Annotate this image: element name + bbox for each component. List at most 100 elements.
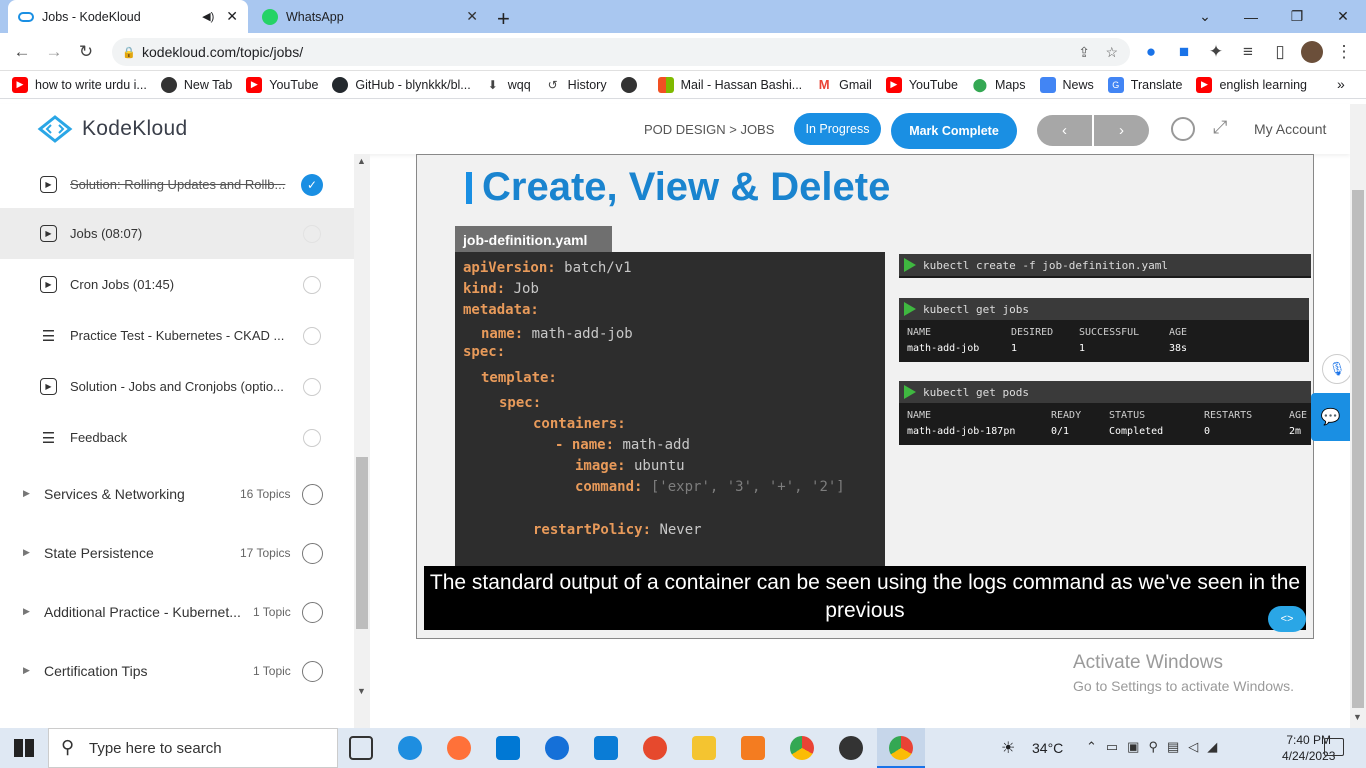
minimize-button[interactable]: — [1228,0,1274,33]
microphone-icon[interactable]: ● [1140,41,1162,63]
forward-icon[interactable]: → [43,41,65,63]
active-chrome-taskbar-item[interactable] [877,728,925,768]
download-ext-icon[interactable]: ■ [1173,41,1195,63]
weather-temperature[interactable]: 34°C [1032,740,1063,756]
skype-icon[interactable] [545,736,569,760]
section-state-persistence[interactable]: ▶ State Persistence 17 Topics [0,524,354,582]
lesson-item[interactable]: ☰ Practice Test - Kubernetes - CKAD ... [0,310,354,361]
task-view-icon[interactable] [349,736,373,760]
completion-circle[interactable] [303,326,321,345]
completion-circle[interactable] [303,224,321,243]
maps-icon: ⬤ [972,76,988,92]
bookmark-item[interactable]: ▶ YouTube [885,76,958,93]
completion-circle[interactable] [302,661,323,682]
obs-icon[interactable] [839,736,863,760]
completed-check-icon[interactable]: ✓ [301,173,323,196]
store-icon[interactable] [496,736,520,760]
completion-circle[interactable] [302,484,323,505]
windows-start-icon[interactable] [14,739,34,757]
dark-mode-toggle-icon[interactable] [1171,117,1195,141]
bookmark-item[interactable]: New Tab [160,76,232,93]
weather-icon[interactable]: ☀ [1001,738,1015,758]
playlist-icon[interactable]: ≡ [1237,41,1259,63]
sidebar-scroll-thumb[interactable] [356,457,368,629]
voice-input-icon[interactable]: 🎙 [1322,354,1352,384]
previous-lesson-button[interactable]: ‹ [1037,115,1092,146]
restore-button[interactable]: ❐ [1274,0,1320,33]
close-tab-icon[interactable]: ✕ [466,8,478,25]
expand-triangle-icon[interactable]: ▶ [23,665,30,676]
section-services-networking[interactable]: ▶ Services & Networking 16 Topics [0,465,354,523]
lesson-item[interactable]: ▶ Solution: Rolling Updates and Rollb...… [0,159,354,210]
settings-app-icon[interactable] [741,736,765,760]
in-progress-button[interactable]: In Progress [794,113,881,145]
expand-triangle-icon[interactable]: ▶ [23,606,30,617]
bookmark-item[interactable]: ▶ YouTube [246,76,318,93]
sidebar-scrollbar[interactable]: ▲ ▼ [354,154,370,728]
bookmark-item[interactable]: ▶ english learning [1196,76,1307,93]
share-icon[interactable]: ⇪ [1078,44,1090,61]
page-scrollbar[interactable]: ▼ [1350,104,1366,728]
lesson-item[interactable]: ▶ Cron Jobs (01:45) [0,259,354,310]
lesson-item-current[interactable]: ▶ Jobs (08:07) [0,208,354,259]
back-icon[interactable]: ← [11,41,33,63]
bookmark-star-icon[interactable]: ☆ [1105,44,1118,61]
bookmark-item[interactable] [620,76,644,93]
section-certification-tips[interactable]: ▶ Certification Tips 1 Topic [0,642,354,700]
bookmark-item[interactable]: ▶ how to write urdu i... [12,76,147,93]
chat-widget-icon[interactable]: 💬 [1311,393,1350,441]
mail-icon[interactable] [594,736,618,760]
bookmark-item[interactable]: News [1039,76,1094,93]
expand-triangle-icon[interactable]: ▶ [23,488,30,499]
completion-circle[interactable] [303,428,321,447]
scroll-down-arrow-icon[interactable]: ▼ [1353,712,1362,722]
next-lesson-button[interactable]: › [1094,115,1149,146]
completion-circle[interactable] [302,602,323,623]
bookmark-item[interactable]: GitHub - blynkkk/bl... [332,76,471,93]
close-tab-icon[interactable]: ✕ [226,8,238,25]
expand-triangle-icon[interactable]: ▶ [23,547,30,558]
bookmark-item[interactable]: M Gmail [816,77,872,93]
tab-search-icon[interactable]: ⌄ [1182,0,1228,33]
extensions-icon[interactable]: ✦ [1205,41,1227,63]
breadcrumb[interactable]: POD DESIGN > JOBS [644,122,774,137]
completion-circle[interactable] [303,377,321,396]
kodekloud-watermark-icon: <> [1268,606,1306,632]
page-scroll-thumb[interactable] [1352,190,1364,708]
speaker-icon[interactable]: ◀) [202,10,214,23]
completion-circle[interactable] [303,275,321,294]
snip-icon[interactable] [643,736,667,760]
bookmark-item[interactable]: G Translate [1107,76,1182,93]
lesson-item[interactable]: ☰ Feedback [0,412,354,463]
section-additional-practice[interactable]: ▶ Additional Practice - Kubernet... 1 To… [0,583,354,641]
reload-icon[interactable]: ↻ [75,41,97,63]
file-explorer-icon[interactable] [692,736,716,760]
close-window-button[interactable]: ✕ [1320,0,1366,33]
edge-icon[interactable] [398,736,422,760]
menu-kebab-icon[interactable]: ⋮ [1333,41,1355,63]
my-account-link[interactable]: My Account [1254,121,1326,137]
scroll-up-arrow-icon[interactable]: ▲ [357,156,366,166]
new-tab-button[interactable]: + [497,6,510,32]
brand[interactable]: KodeKloud [34,114,187,144]
tab-jobs-kodekloud[interactable]: Jobs - KodeKloud ◀) ✕ [8,0,248,33]
notification-center-icon[interactable] [1324,738,1344,756]
bookmark-item[interactable]: ⬤ Maps [972,77,1026,93]
bookmark-item[interactable]: Mail - Hassan Bashi... [657,76,802,93]
profile-avatar[interactable] [1301,41,1323,63]
address-bar[interactable]: 🔒 kodekloud.com/topic/jobs/ ⇪ ☆ [112,38,1130,66]
lesson-item[interactable]: ▶ Solution - Jobs and Cronjobs (optio... [0,361,354,412]
taskbar-search-box[interactable]: ⚲ Type here to search [48,728,338,768]
tab-whatsapp[interactable]: WhatsApp ✕ [252,0,488,33]
scroll-down-arrow-icon[interactable]: ▼ [357,686,366,696]
fullscreen-icon[interactable]: ⤢ [1213,117,1227,138]
more-bookmarks-icon[interactable]: » [1337,76,1345,92]
chrome-icon[interactable] [790,736,814,760]
mark-complete-button[interactable]: Mark Complete [891,113,1017,149]
system-tray-icons[interactable]: ⌃▭▣⚲▤◁◢ [1086,739,1226,755]
side-panel-icon[interactable]: ▯ [1269,41,1291,63]
completion-circle[interactable] [302,543,323,564]
bookmark-item[interactable]: ↺ History [545,77,607,93]
bookmark-item[interactable]: ⬇ wqq [485,77,531,93]
firefox-icon[interactable] [447,736,471,760]
